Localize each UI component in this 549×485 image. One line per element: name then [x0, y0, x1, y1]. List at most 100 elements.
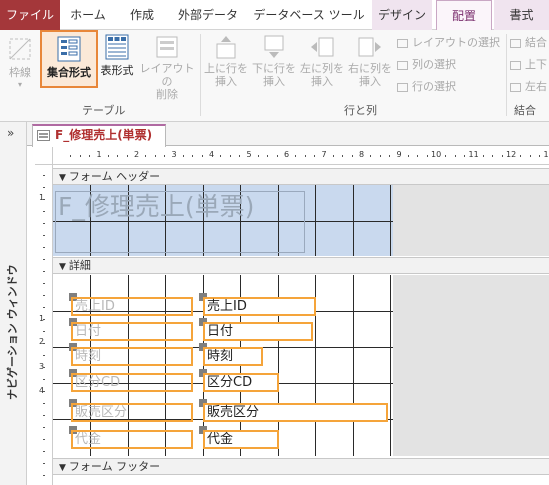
section-arrow-icon: ▼ [59, 463, 66, 473]
ruler-number: 7 [321, 150, 327, 159]
rows-columns-group-label: 行と列 [344, 104, 377, 117]
ruler-tick [220, 155, 222, 157]
ruler-tick [43, 379, 45, 380]
select-layout-button[interactable]: レイアウトの選択 [397, 34, 500, 52]
ruler-tick [370, 155, 372, 157]
ruler-tick [43, 343, 45, 344]
ribbon-tab-bar: ファイル ホーム 作成 外部データ データベース ツール デザイン 配置 書式 [0, 0, 549, 31]
document-tab[interactable]: F_修理売上(単票) [32, 124, 166, 147]
horizontal-ruler[interactable]: 12345678910111213 [53, 147, 549, 165]
stacked-button[interactable]: 集合形式 [40, 30, 98, 88]
ruler-tick [43, 187, 45, 188]
form-header-bar[interactable]: ▼ フォーム ヘッダー [53, 168, 549, 185]
ruler-number: 2 [134, 150, 140, 159]
group-separator [506, 34, 507, 116]
split-vertical-label: 上下 [525, 58, 547, 71]
tab-external-data[interactable]: 外部データ [170, 0, 246, 30]
ruler-tick [182, 155, 184, 157]
insert-left-label: 左に列を 挿入 [300, 62, 344, 88]
gridlines-button[interactable]: 枠線 ▾ [2, 36, 38, 89]
tabular-button[interactable]: 表形式 [98, 34, 136, 78]
stacked-label: 集合形式 [47, 66, 91, 79]
table-group-label: テーブル [82, 104, 126, 117]
ruler-tick [389, 155, 391, 157]
insert-above-button[interactable]: 上に行を 挿入 [203, 34, 249, 88]
form-footer-bar[interactable]: ▼ フォーム フッター [53, 458, 549, 475]
ruler-tick [154, 155, 156, 157]
tab-home[interactable]: ホーム [62, 0, 114, 30]
tab-design[interactable]: デザイン [372, 0, 432, 30]
tab-arrange[interactable]: 配置 [436, 0, 492, 31]
grid-line [353, 275, 354, 456]
ruler-tick [454, 155, 456, 157]
group-separator [200, 34, 201, 116]
insert-above-icon [213, 34, 239, 60]
field-textbox[interactable]: 区分CD [203, 373, 279, 392]
field-label[interactable]: 区分CD [71, 373, 193, 392]
ruler-tick [520, 155, 522, 157]
split-horizontal-icon [510, 82, 521, 92]
insert-left-button[interactable]: 左に列を 挿入 [299, 34, 345, 88]
vertical-ruler[interactable]: 11234 [35, 165, 53, 485]
field-label[interactable]: 代金 [71, 430, 193, 449]
ruler-tick [295, 155, 297, 157]
expand-nav-button[interactable]: » [7, 126, 14, 140]
remove-layout-label: レイアウトの 削除 [139, 62, 195, 101]
ruler-tick [351, 155, 353, 157]
ruler-number: 10 [431, 150, 442, 159]
tab-create[interactable]: 作成 [116, 0, 168, 30]
ruler-tick [43, 463, 45, 464]
field-textbox[interactable]: 日付 [203, 322, 313, 341]
select-row-label: 行の選択 [412, 80, 456, 93]
section-arrow-icon: ▼ [59, 262, 66, 272]
tab-file[interactable]: ファイル [0, 0, 60, 30]
ruler-number: 12 [506, 150, 517, 159]
ruler-tick [43, 211, 45, 212]
field-textbox[interactable]: 代金 [203, 430, 279, 449]
ruler-tick [43, 367, 45, 368]
field-textbox[interactable]: 時刻 [203, 347, 263, 366]
field-label[interactable]: 売上ID [71, 297, 193, 316]
ruler-tick [43, 427, 45, 428]
split-horizontal-button[interactable]: 左右 [510, 78, 547, 96]
field-textbox[interactable]: 販売区分 [203, 403, 388, 422]
ruler-number: 8 [359, 150, 365, 159]
split-vertical-button[interactable]: 上下 [510, 56, 547, 74]
remove-layout-button[interactable]: レイアウトの 削除 [136, 34, 198, 101]
ruler-tick [492, 155, 494, 157]
navigation-pane-label[interactable]: ナビゲーション ウィンドウ [4, 264, 20, 400]
ruler-number: 5 [246, 150, 252, 159]
column-icon [397, 60, 408, 70]
ruler-tick [539, 155, 541, 157]
stacked-layout-icon [56, 36, 82, 62]
field-textbox[interactable]: 売上ID [203, 297, 316, 316]
detail-bar[interactable]: ▼ 詳細 [53, 257, 549, 274]
field-label[interactable]: 販売区分 [71, 403, 193, 422]
ruler-tick [426, 155, 428, 157]
tab-database-tools[interactable]: データベース ツール [250, 0, 368, 30]
merge-button[interactable]: 結合 [510, 34, 547, 52]
field-label[interactable]: 日付 [71, 322, 193, 341]
detail-background [393, 275, 549, 456]
select-row-button[interactable]: 行の選択 [397, 78, 456, 96]
detail-label: 詳細 [68, 259, 91, 272]
field-label[interactable]: 時刻 [71, 347, 193, 366]
tab-format[interactable]: 書式 [494, 0, 549, 30]
ruler-number: 3 [171, 150, 177, 159]
ruler-number: 1 [96, 150, 102, 159]
ruler-tick [117, 155, 119, 157]
form-footer-section[interactable] [53, 476, 549, 485]
select-column-button[interactable]: 列の選択 [397, 56, 456, 74]
insert-right-button[interactable]: 右に列を 挿入 [347, 34, 393, 88]
ruler-tick [43, 175, 45, 176]
tabular-layout-icon [104, 34, 130, 60]
remove-layout-icon [154, 34, 180, 60]
insert-below-button[interactable]: 下に行を 挿入 [251, 34, 297, 88]
form-icon [37, 130, 50, 141]
ruler-tick [445, 155, 447, 157]
form-selector[interactable] [35, 147, 53, 165]
ruler-tick [332, 155, 334, 157]
ruler-tick [43, 235, 45, 236]
insert-right-icon [357, 34, 383, 60]
form-title-label[interactable]: F_修理売上(単票) [55, 191, 305, 253]
